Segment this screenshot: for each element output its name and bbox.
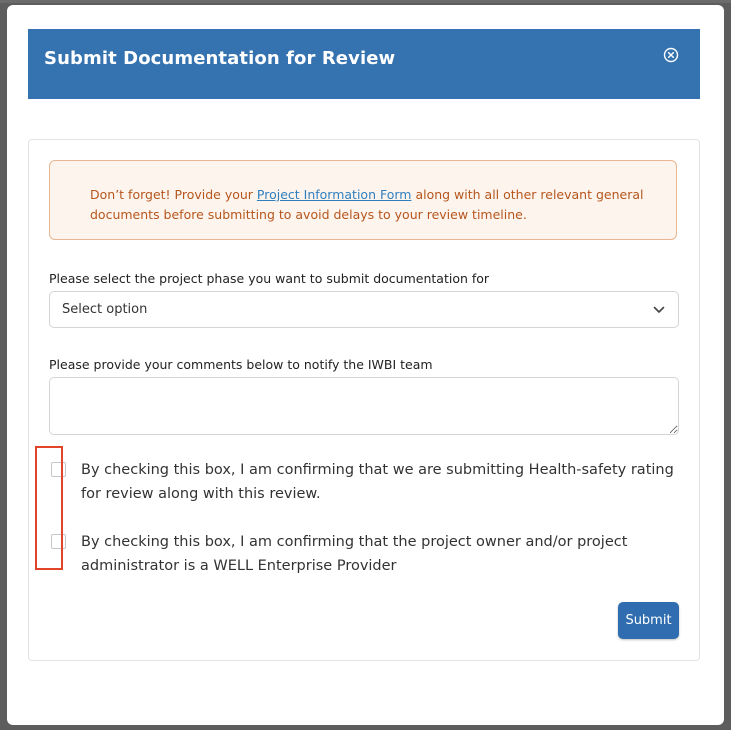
submission-form-card: Don’t forget! Provide your Project Infor… <box>28 139 700 661</box>
health-safety-checkbox-label: By checking this box, I am confirming th… <box>81 462 674 502</box>
comments-textarea[interactable] <box>49 377 679 435</box>
checkbox-highlight-annotation <box>35 446 63 570</box>
submit-button[interactable]: Submit <box>618 602 679 639</box>
project-phase-label: Please select the project phase you want… <box>49 271 490 286</box>
chevron-down-icon <box>653 306 665 313</box>
enterprise-provider-checkbox-label: By checking this box, I am confirming th… <box>81 534 628 574</box>
submit-documentation-modal: Submit Documentation for Review Don’t fo… <box>7 5 724 725</box>
comments-label: Please provide your comments below to no… <box>49 357 433 372</box>
project-information-form-link[interactable]: Project Information Form <box>257 187 412 202</box>
close-circle-icon[interactable] <box>663 47 679 63</box>
modal-header: Submit Documentation for Review <box>28 29 700 99</box>
project-phase-selected-value: Select option <box>62 302 148 317</box>
project-phase-select[interactable]: Select option <box>49 291 679 328</box>
modal-title: Submit Documentation for Review <box>44 48 396 69</box>
reminder-alert: Don’t forget! Provide your Project Infor… <box>49 160 677 240</box>
alert-text-before: Don’t forget! Provide your <box>90 187 257 202</box>
